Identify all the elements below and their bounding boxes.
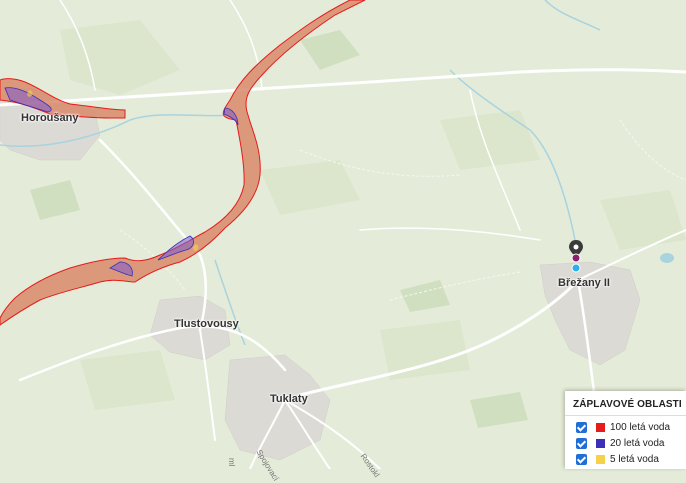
place-label-tlustovousy: Tlustovousy [174, 318, 239, 330]
pond [660, 253, 674, 263]
flood-zones-legend: ZÁPLAVOVÉ OBLASTI 100 letá voda 20 letá … [565, 391, 686, 469]
legend-item-100[interactable]: 100 letá voda [576, 420, 670, 434]
legend-swatch [596, 422, 605, 432]
legend-swatch [596, 438, 605, 448]
legend-item-5[interactable]: 5 letá voda [576, 452, 659, 466]
poi-marker-icon[interactable] [571, 263, 581, 273]
legend-label: 5 letá voda [610, 453, 659, 465]
poi-marker-icon[interactable] [571, 253, 581, 263]
checkbox-icon[interactable] [576, 453, 587, 465]
legend-label: 20 letá voda [610, 437, 665, 449]
place-label-brezany: Břežany II [558, 277, 610, 289]
legend-item-20[interactable]: 20 letá voda [576, 436, 665, 450]
street-label-partial: ml [227, 458, 236, 467]
legend-swatch [596, 454, 605, 464]
checkbox-icon[interactable] [576, 421, 587, 433]
legend-label: 100 letá voda [610, 421, 671, 433]
legend-divider [565, 415, 686, 416]
legend-title: ZÁPLAVOVÉ OBLASTI [573, 399, 682, 410]
place-label-tuklaty: Tuklaty [270, 393, 308, 405]
checkbox-icon[interactable] [576, 437, 587, 449]
place-label-horousany: Horoušany [21, 112, 79, 124]
